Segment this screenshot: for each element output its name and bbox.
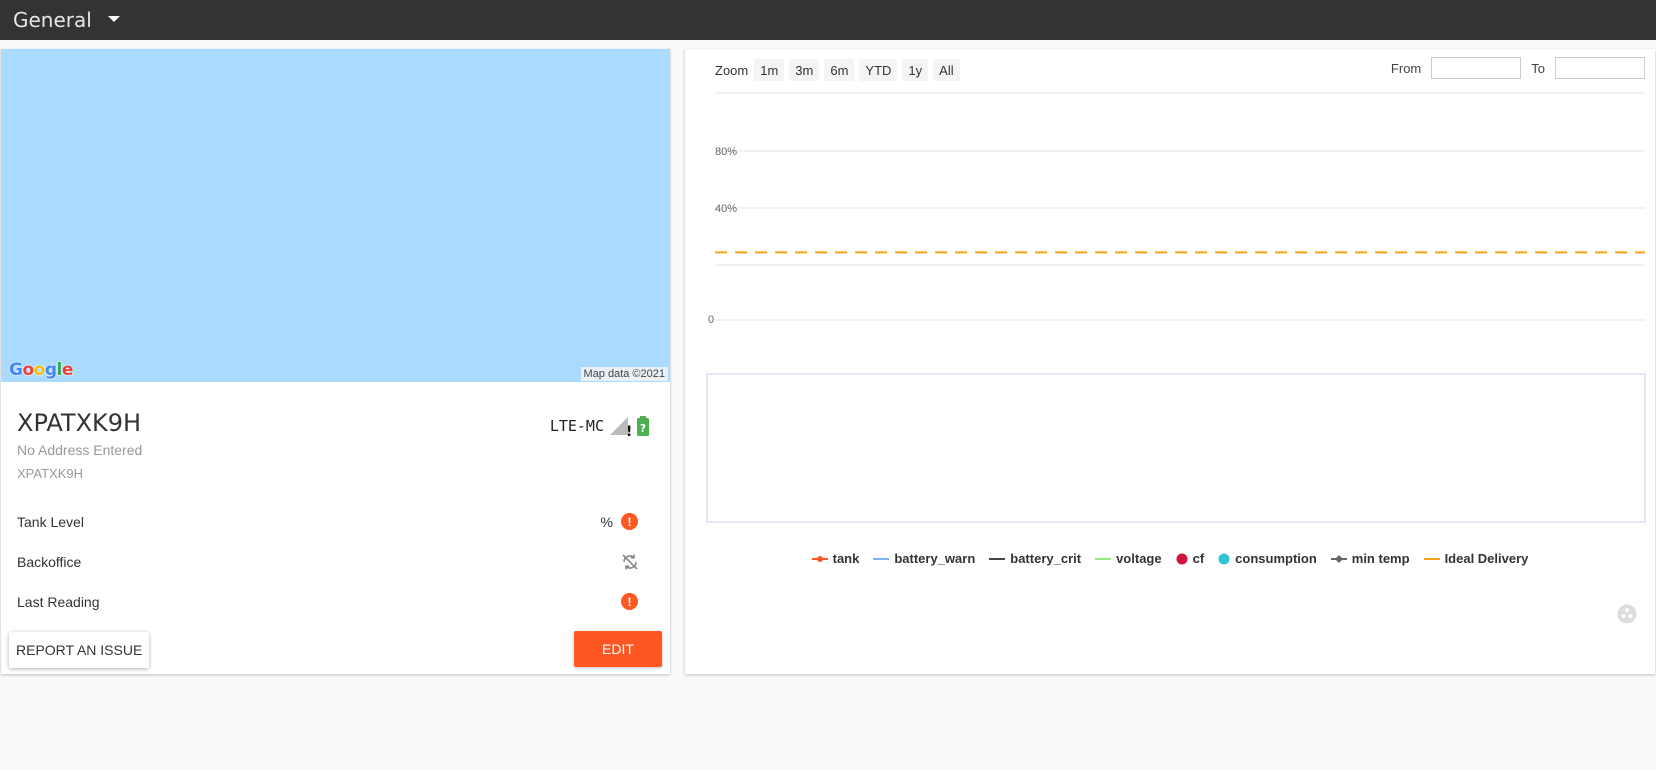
legend-item-min-temp[interactable]: min temp (1330, 551, 1410, 566)
row-backoffice: Backoffice (17, 547, 653, 577)
row-label: Last Reading (17, 594, 100, 610)
google-logo: Google (9, 360, 73, 380)
y-tick-label: 80% (715, 146, 737, 158)
map[interactable]: Google Map data ©2021 (1, 49, 670, 382)
chart-menu-icon[interactable] (1617, 604, 1637, 624)
legend-item-consumption[interactable]: consumption (1218, 551, 1317, 566)
alert-icon: ! (621, 513, 639, 531)
page-title: General (13, 8, 92, 32)
top-bar: General (0, 0, 1656, 40)
svg-text:!: ! (626, 424, 632, 437)
device-id: XPATXK9H (17, 466, 83, 481)
map-attribution[interactable]: Map data ©2021 (580, 367, 668, 381)
network-status: LTE-MC ! ? (549, 415, 650, 440)
legend-item-battery-warn[interactable]: battery_warn (873, 551, 975, 566)
row-last-reading: Last Reading ! (17, 587, 653, 617)
row-label: Tank Level (17, 514, 84, 530)
legend-item-ideal-delivery[interactable]: Ideal Delivery (1423, 551, 1528, 566)
network-type: LTE-MC (549, 417, 604, 435)
legend-item-voltage[interactable]: voltage (1095, 551, 1162, 566)
legend-item-cf[interactable]: cf (1176, 551, 1204, 566)
chevron-down-icon[interactable] (107, 16, 120, 22)
row-tank-level: Tank Level % ! (17, 507, 653, 537)
legend-item-battery-crit[interactable]: battery_crit (989, 551, 1081, 566)
edit-button[interactable]: EDIT (574, 631, 662, 667)
alert-icon: ! (621, 593, 639, 611)
legend-item-tank[interactable]: tank (811, 551, 859, 566)
row-label: Backoffice (17, 554, 82, 570)
signal-icon: ! (608, 415, 632, 440)
chart-legend: tank battery_warn battery_crit voltage c… (685, 551, 1655, 566)
battery-icon: ? (636, 415, 650, 437)
device-address: No Address Entered (17, 442, 143, 458)
report-issue-button[interactable]: REPORT AN ISSUE (9, 632, 150, 668)
chart-card: Zoom 1m 3m 6m YTD 1y All From To 80% 40%… (685, 49, 1655, 674)
device-name: XPATXK9H (17, 409, 142, 437)
svg-text:?: ? (640, 422, 646, 435)
y-tick-label: 0 (708, 314, 714, 326)
chart-area[interactable]: 80% 40% 0 (685, 49, 1655, 549)
row-value: % (600, 514, 613, 530)
sync-disabled-icon (621, 553, 639, 571)
y-tick-label: 40% (715, 203, 737, 215)
device-card: Google Map data ©2021 XPATXK9H No Addres… (1, 49, 670, 674)
navigator[interactable] (706, 373, 1646, 523)
